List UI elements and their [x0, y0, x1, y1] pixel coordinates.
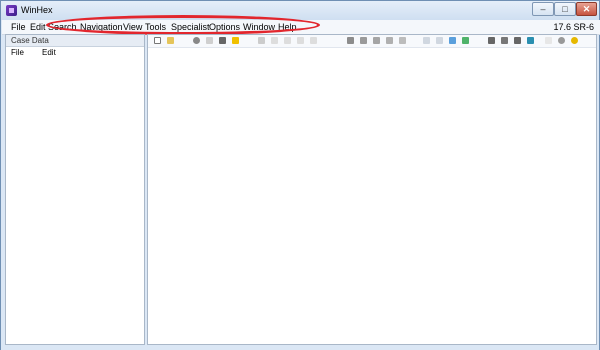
menu-tools[interactable]: Tools — [145, 21, 166, 33]
replace-text-icon[interactable] — [373, 37, 380, 44]
ram-icon[interactable] — [501, 37, 508, 44]
toolbar — [148, 35, 596, 48]
web-icon[interactable] — [558, 37, 565, 44]
save-icon[interactable] — [206, 37, 213, 44]
menu-window[interactable]: Window — [243, 21, 275, 33]
title-bar[interactable]: WinHex – □ ✕ — [1, 1, 599, 20]
status-strip — [1, 345, 599, 350]
forward-icon[interactable] — [436, 37, 443, 44]
previous-icon[interactable] — [449, 37, 456, 44]
main-workspace[interactable] — [147, 34, 597, 345]
case-menu-edit[interactable]: Edit — [42, 47, 56, 58]
winhex-window: WinHex – □ ✕ File Edit Search Navigation… — [0, 0, 600, 350]
maximize-button[interactable]: □ — [554, 2, 576, 16]
menu-view[interactable]: View — [123, 21, 142, 33]
case-menu-file[interactable]: File — [11, 47, 24, 58]
copy-icon[interactable] — [284, 37, 291, 44]
replace-hex-icon[interactable] — [386, 37, 393, 44]
menu-specialist[interactable]: Specialist — [171, 21, 210, 33]
menu-navigation[interactable]: Navigation — [80, 21, 123, 33]
calculator-icon[interactable] — [527, 37, 534, 44]
case-data-menu: File Edit — [6, 47, 144, 58]
menu-search[interactable]: Search — [48, 21, 77, 33]
undo-icon[interactable] — [258, 37, 265, 44]
case-data-title: Case Data — [6, 35, 144, 47]
next-icon[interactable] — [462, 37, 469, 44]
menu-file[interactable]: File — [11, 21, 26, 33]
menu-help[interactable]: Help — [278, 21, 297, 33]
open-disk-icon[interactable] — [193, 37, 200, 44]
back-icon[interactable] — [423, 37, 430, 44]
script-icon[interactable] — [545, 37, 552, 44]
menu-bar: File Edit Search Navigation View Tools S… — [2, 20, 600, 35]
new-file-icon[interactable] — [154, 37, 161, 44]
minimize-button[interactable]: – — [532, 2, 554, 16]
print-icon[interactable] — [219, 37, 226, 44]
case-data-pane: Case Data File Edit — [5, 34, 145, 345]
version-label: 17.6 SR-6 — [553, 22, 594, 32]
paste-special-icon[interactable] — [310, 37, 317, 44]
menu-edit[interactable]: Edit — [30, 21, 46, 33]
find-hex-icon[interactable] — [360, 37, 367, 44]
cut-icon[interactable] — [271, 37, 278, 44]
paste-icon[interactable] — [297, 37, 304, 44]
find-text-icon[interactable] — [347, 37, 354, 44]
help-icon[interactable] — [571, 37, 578, 44]
winhex-app-icon — [6, 5, 17, 16]
window-title: WinHex — [21, 5, 53, 15]
menu-options[interactable]: Options — [209, 21, 240, 33]
disk-tools-icon[interactable] — [488, 37, 495, 44]
goto-offset-icon[interactable] — [399, 37, 406, 44]
close-button[interactable]: ✕ — [576, 2, 597, 16]
open-file-icon[interactable] — [167, 37, 174, 44]
properties-icon[interactable] — [232, 37, 239, 44]
drive-icon[interactable] — [514, 37, 521, 44]
